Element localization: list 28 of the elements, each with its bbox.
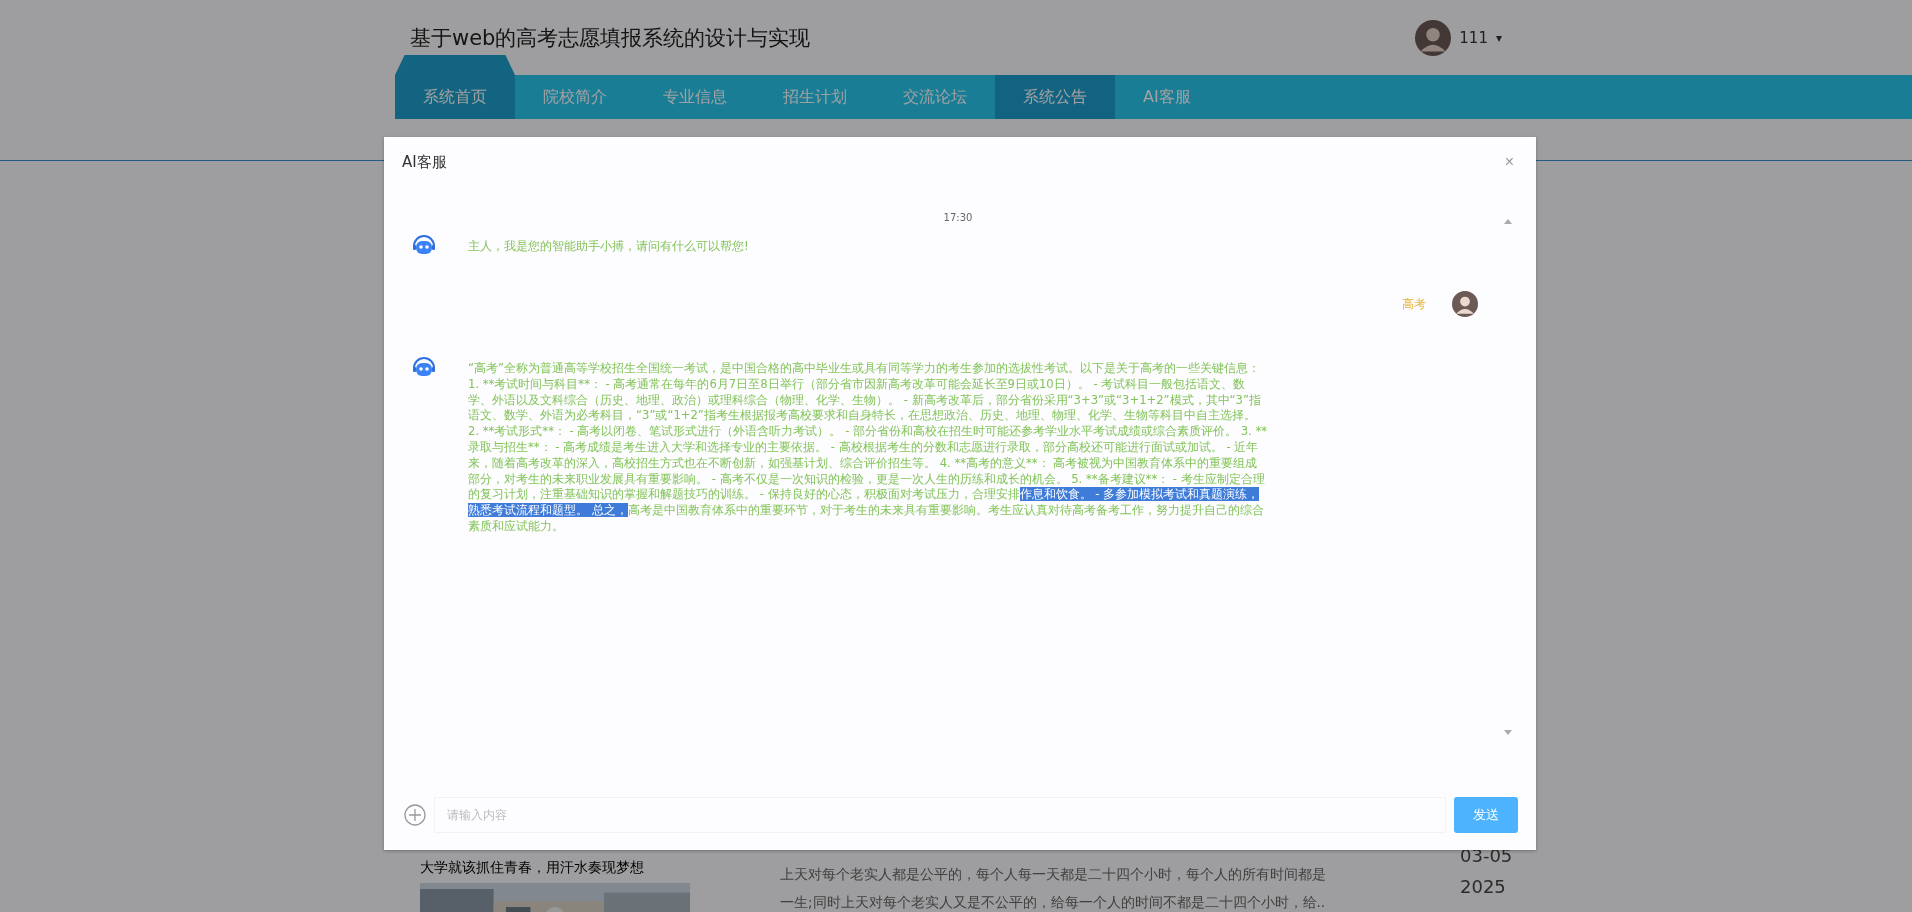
bot-message: 主人，我是您的智能助手小搏，请问有什么可以帮您! xyxy=(468,238,750,255)
nav-tab[interactable]: 院校简介 xyxy=(515,75,635,119)
user-name[interactable]: 111 xyxy=(1459,28,1488,47)
robot-icon xyxy=(412,357,436,379)
send-button[interactable]: 发送 xyxy=(1454,797,1518,833)
nav-tab[interactable]: 交流论坛 xyxy=(875,75,995,119)
nav-tab[interactable]: 招生计划 xyxy=(755,75,875,119)
user-message: 高考 xyxy=(1402,295,1426,313)
timestamp: 17:30 xyxy=(943,212,973,223)
article-excerpt: 一生;同时上天对每个老实人又是不公平的，给每一个人的时间不都是二十四个小时，给.. xyxy=(780,893,1327,911)
site-title: 基于web的高考志愿填报系统的设计与实现 xyxy=(410,24,811,52)
dialog-title: AI客服 xyxy=(402,152,447,172)
date-label: 2025 xyxy=(1460,876,1507,897)
message-input[interactable]: 请输入内容 xyxy=(434,797,1446,833)
scroll-up-icon[interactable] xyxy=(1504,219,1512,224)
nav-tab[interactable]: 系统公告 xyxy=(995,75,1115,119)
add-icon[interactable] xyxy=(404,804,426,826)
avatar-icon xyxy=(1452,291,1478,317)
article-excerpt: 上天对每个老实人都是公平的，每个人每一天都是二十四个小时，每个人的所有时间都是 xyxy=(780,865,1327,883)
caret-icon[interactable]: ▾ xyxy=(1495,30,1502,45)
robot-icon xyxy=(412,235,436,257)
scroll-down-icon[interactable] xyxy=(1504,730,1512,735)
article-title[interactable]: 大学就该抓住青春，用汗水奏现梦想 xyxy=(420,859,750,877)
nav-tab[interactable]: AI客服 xyxy=(1115,75,1219,119)
nav-tab[interactable]: 专业信息 xyxy=(635,75,755,119)
close-button[interactable]: × xyxy=(1500,153,1518,171)
avatar-icon[interactable] xyxy=(1415,19,1452,56)
nav-tab[interactable]: 系统首页 xyxy=(395,55,515,119)
